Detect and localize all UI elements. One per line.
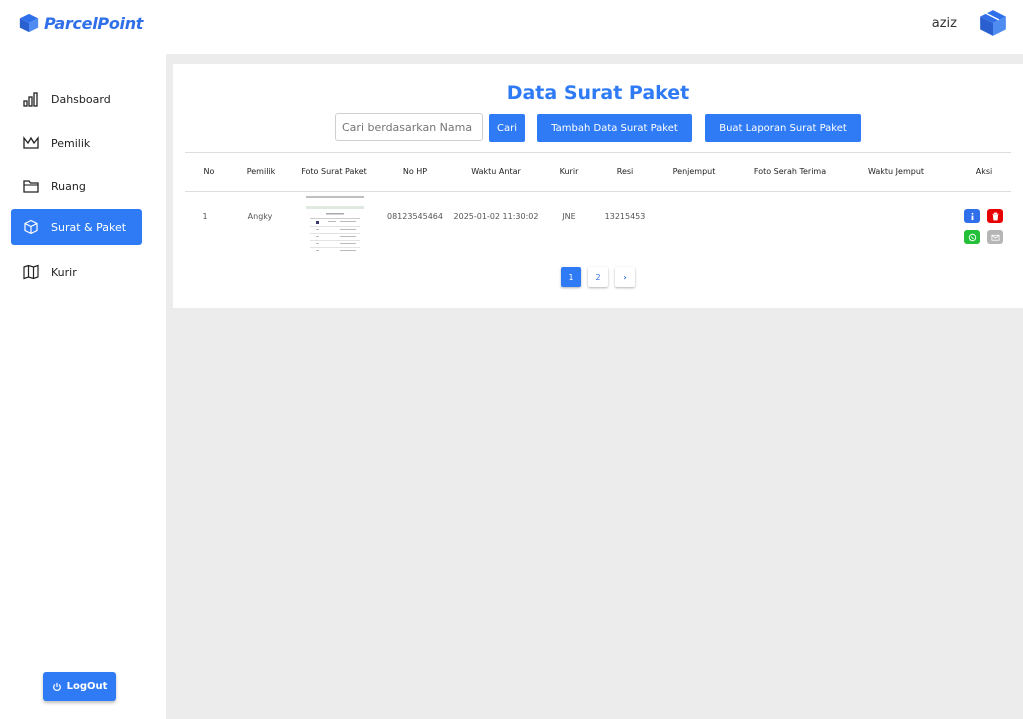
brand-logo[interactable]: ParcelPoint <box>18 12 143 34</box>
column-header: No HP <box>402 167 428 176</box>
sidebar-item-pemilik[interactable]: Pemilik <box>11 125 142 161</box>
column-header: Pemilik <box>246 167 276 176</box>
cell-pemilik: Angky <box>247 212 273 221</box>
info-button[interactable] <box>964 209 980 223</box>
sidebar: Dahsboard Pemilik Ruang Surat & Paket Ku… <box>0 54 166 719</box>
cell-no-hp: 08123545464 <box>387 212 443 221</box>
box-logo-icon <box>19 13 39 33</box>
foto-surat-paket-thumbnail[interactable] <box>306 196 364 256</box>
next-page-button[interactable]: › <box>615 267 635 287</box>
box-icon <box>23 219 39 235</box>
search-button[interactable]: Cari <box>489 114 525 142</box>
column-header: Waktu Antar <box>471 167 521 176</box>
sidebar-item-ruang[interactable]: Ruang <box>11 168 142 204</box>
column-header: Aksi <box>975 167 993 176</box>
map-icon <box>23 264 39 280</box>
column-header: Penjemput <box>672 167 716 176</box>
sidebar-item-label: Pemilik <box>51 136 91 150</box>
cell-waktu-antar: 2025-01-02 11:30:02 <box>453 212 539 221</box>
sidebar-item-label: Dahsboard <box>51 92 111 106</box>
column-header: Foto Surat Paket <box>301 167 367 176</box>
user-name: aziz <box>931 16 957 31</box>
email-button[interactable] <box>987 230 1003 244</box>
column-header: Waktu Jemput <box>867 167 925 176</box>
whatsapp-button[interactable] <box>964 230 980 244</box>
folder-icon <box>23 178 39 194</box>
user-box-icon[interactable] <box>979 9 1007 37</box>
sidebar-item-kurir[interactable]: Kurir <box>11 254 142 290</box>
bar-chart-icon <box>23 91 39 107</box>
delete-button[interactable] <box>987 209 1003 223</box>
logout-label: LogOut <box>66 681 108 692</box>
brand-name: ParcelPoint <box>44 13 144 33</box>
whatsapp-icon <box>968 233 976 241</box>
search-input[interactable] <box>335 113 483 141</box>
sidebar-item-label: Surat & Paket <box>51 220 127 234</box>
page-2-button[interactable]: 2 <box>588 267 608 287</box>
cell-kurir: JNE <box>562 212 576 221</box>
column-header: No <box>203 167 215 176</box>
page-title: Data Surat Paket <box>506 82 690 104</box>
crown-icon <box>23 135 39 151</box>
sidebar-item-dashboard[interactable]: Dahsboard <box>11 81 142 117</box>
data-card: Data Surat Paket Cari Tambah Data Surat … <box>173 64 1023 308</box>
cell-no: 1 <box>202 212 208 221</box>
power-icon <box>52 682 61 691</box>
envelope-icon <box>990 234 1000 241</box>
column-header: Foto Serah Terima <box>753 167 827 176</box>
column-header: Resi <box>616 167 634 176</box>
sidebar-item-surat-paket[interactable]: Surat & Paket <box>11 209 142 245</box>
top-bar: ParcelPoint aziz <box>0 0 1023 54</box>
page-1-button[interactable]: 1 <box>561 267 581 287</box>
sidebar-item-label: Ruang <box>51 179 86 193</box>
sidebar-item-label: Kurir <box>51 265 77 279</box>
trash-icon <box>991 212 999 220</box>
logout-button[interactable]: LogOut <box>43 672 116 701</box>
info-icon <box>971 212 973 220</box>
add-surat-paket-button[interactable]: Tambah Data Surat Paket <box>537 114 692 142</box>
column-header: Kurir <box>559 167 579 176</box>
create-report-button[interactable]: Buat Laporan Surat Paket <box>705 114 861 142</box>
cell-resi: 13215453 <box>604 212 646 221</box>
table-header: No Pemilik Foto Surat Paket No HP Waktu … <box>185 152 1011 192</box>
